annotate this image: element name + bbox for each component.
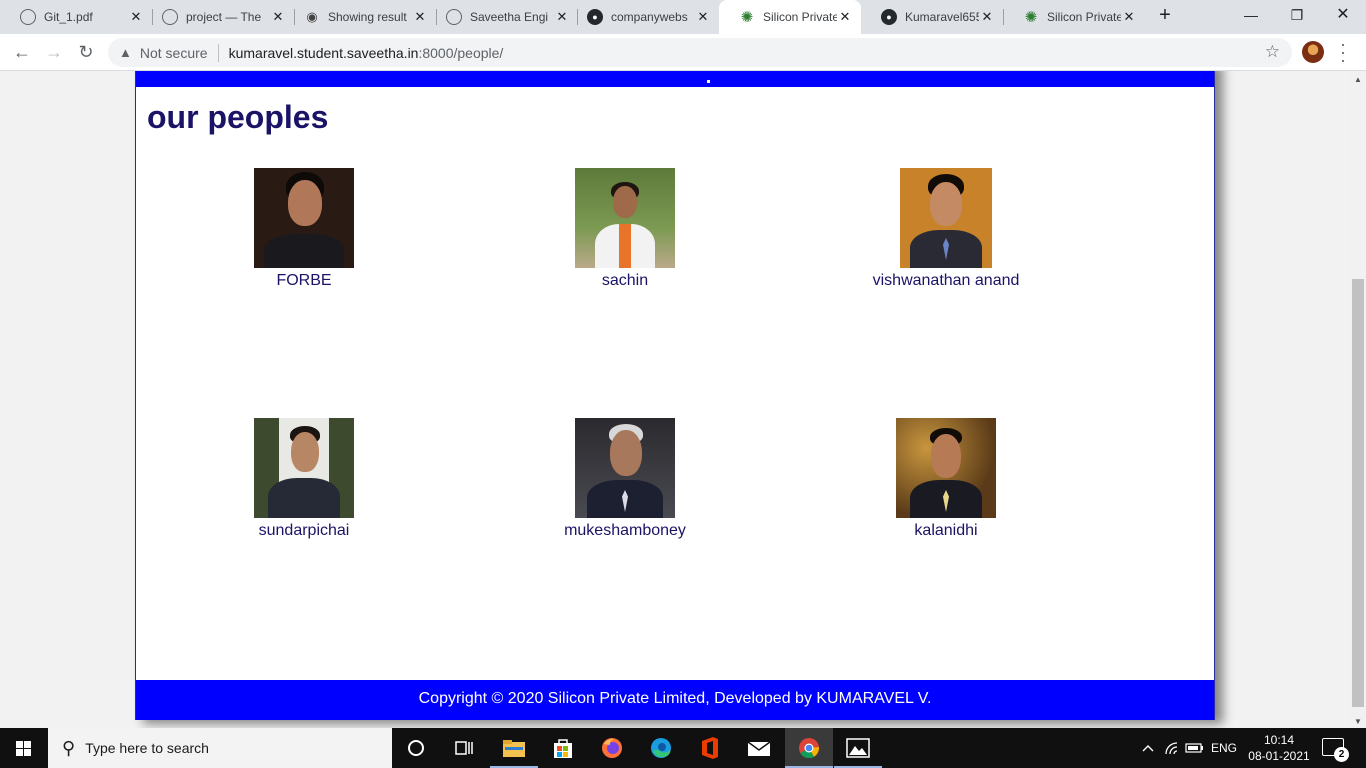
- url-text[interactable]: kumaravel.student.saveetha.in:8000/peopl…: [229, 45, 504, 61]
- action-center-icon[interactable]: 2: [1322, 738, 1349, 762]
- close-tab-icon[interactable]: ✕: [695, 9, 711, 25]
- person-name: sachin: [601, 272, 649, 289]
- cortana-icon[interactable]: [392, 728, 440, 768]
- chrome-icon[interactable]: [785, 728, 833, 768]
- person-name: sundarpichai: [258, 522, 350, 539]
- tab-git-pdf[interactable]: Git_1.pdf ✕: [0, 0, 152, 34]
- clock-date: 08-01-2021: [1248, 749, 1310, 763]
- security-label[interactable]: Not secure: [140, 45, 208, 61]
- tab-title: Silicon Private: [1047, 10, 1121, 24]
- scroll-down-arrow-icon[interactable]: ▼: [1350, 717, 1366, 726]
- person-card: kalanidhi: [836, 418, 1056, 540]
- person-photo[interactable]: [900, 168, 992, 268]
- wifi-icon[interactable]: [1162, 728, 1182, 768]
- scrollbar-thumb[interactable]: [1352, 279, 1364, 707]
- tab-title: project — The: [186, 10, 262, 24]
- close-tab-icon[interactable]: ✕: [979, 9, 995, 25]
- person-card: vishwanathan anand: [836, 168, 1056, 290]
- close-tab-icon[interactable]: ✕: [1121, 9, 1137, 25]
- windows-start-button[interactable]: [0, 728, 48, 768]
- globe-icon: [162, 9, 178, 25]
- microsoft-store-icon[interactable]: [539, 728, 587, 768]
- tab-title: Saveetha Engi: [470, 10, 549, 24]
- tab-saveetha[interactable]: Saveetha Engi ✕: [426, 0, 578, 34]
- menu-kebab-icon[interactable]: · · ·: [1336, 35, 1350, 69]
- minimize-button[interactable]: —: [1228, 0, 1274, 32]
- person-name: kalanidhi: [914, 522, 978, 539]
- search-icon: ⚲: [62, 737, 76, 758]
- site-footer: Copyright © 2020 Silicon Private Limited…: [136, 680, 1214, 720]
- tab-project[interactable]: project — The ✕: [142, 0, 294, 34]
- windows-taskbar: ⚲ Type here to search ENG 10:14 08-01-20…: [0, 728, 1366, 768]
- person-card: mukeshamboney: [515, 418, 735, 540]
- globe-icon: [20, 9, 36, 25]
- url-host: kumaravel.student.saveetha.in: [228, 44, 419, 61]
- tab-title: Kumaravel655: [905, 10, 979, 24]
- github-icon: ●: [587, 9, 603, 25]
- tab-kumaravel-github[interactable]: ● Kumaravel655 ✕: [861, 0, 1003, 34]
- ubuntu-icon: ◉: [306, 9, 318, 24]
- person-photo[interactable]: [254, 418, 354, 518]
- site-container: our peoples FORBE sachin vishwanathan an…: [135, 71, 1215, 720]
- close-tab-icon[interactable]: ✕: [837, 9, 853, 25]
- warning-icon[interactable]: ▲: [119, 45, 132, 60]
- page-title: our peoples: [147, 99, 329, 135]
- new-tab-button[interactable]: +: [1155, 4, 1175, 28]
- person-photo[interactable]: [575, 168, 675, 268]
- restore-button[interactable]: ❐: [1274, 0, 1320, 32]
- tab-title: Silicon Private: [763, 10, 837, 24]
- clock-time: 10:14: [1263, 733, 1295, 747]
- battery-icon[interactable]: [1184, 728, 1206, 768]
- close-window-button[interactable]: ✕: [1320, 0, 1366, 32]
- person-photo[interactable]: [254, 168, 354, 268]
- tab-strip: Git_1.pdf ✕ project — The ✕ ◉ Showing re…: [0, 0, 1366, 34]
- person-photo[interactable]: [575, 418, 675, 518]
- virus-icon: ✺: [1024, 9, 1038, 26]
- person-name: mukeshamboney: [564, 522, 686, 539]
- tab-title: Git_1.pdf: [44, 10, 93, 24]
- globe-icon: [446, 9, 462, 25]
- person-card: sundarpichai: [194, 418, 414, 540]
- edge-icon[interactable]: [637, 728, 685, 768]
- page-viewport: our peoples FORBE sachin vishwanathan an…: [0, 71, 1350, 728]
- site-header-bar: [136, 71, 1214, 87]
- url-path: :8000/people/: [418, 44, 504, 61]
- photos-icon[interactable]: [834, 728, 882, 768]
- virus-icon: ✺: [740, 9, 754, 26]
- back-button[interactable]: ←: [10, 41, 34, 65]
- profile-avatar[interactable]: [1302, 41, 1324, 63]
- forward-button[interactable]: →: [42, 41, 66, 65]
- address-bar[interactable]: ▲ Not secure kumaravel.student.saveetha.…: [108, 38, 1292, 67]
- office-icon[interactable]: [686, 728, 734, 768]
- github-icon: ●: [881, 9, 897, 25]
- person-card: FORBE: [194, 168, 414, 290]
- show-hidden-icons-icon[interactable]: [1138, 728, 1158, 768]
- person-card: sachin: [515, 168, 735, 290]
- language-indicator[interactable]: ENG: [1208, 728, 1240, 768]
- reload-button[interactable]: ↻: [74, 41, 98, 65]
- file-explorer-icon[interactable]: [490, 728, 538, 768]
- person-name: vishwanathan anand: [872, 272, 1020, 289]
- tab-title: companywebs: [611, 10, 688, 24]
- mail-icon[interactable]: [735, 728, 783, 768]
- tab-silicon-private[interactable]: ✺ Silicon Private ✕: [1003, 0, 1145, 34]
- person-photo[interactable]: [896, 418, 996, 518]
- task-view-icon[interactable]: [440, 728, 488, 768]
- search-placeholder: Type here to search: [85, 740, 209, 756]
- tab-silicon-private-active[interactable]: ✺ Silicon Private ✕: [719, 0, 861, 34]
- tab-showing-results[interactable]: ◉ Showing result ✕: [284, 0, 436, 34]
- firefox-icon[interactable]: [588, 728, 636, 768]
- tab-title: Showing result: [328, 10, 407, 24]
- tab-companywebsite[interactable]: ● companywebs ✕: [567, 0, 719, 34]
- bookmark-star-icon[interactable]: ☆: [1265, 42, 1280, 62]
- copyright-text: Copyright © 2020 Silicon Private Limited…: [418, 690, 932, 707]
- taskbar-search-box[interactable]: ⚲ Type here to search: [48, 728, 392, 768]
- taskbar-clock[interactable]: 10:14 08-01-2021: [1248, 732, 1310, 764]
- person-name: FORBE: [276, 272, 332, 289]
- scroll-up-arrow-icon[interactable]: ▲: [1350, 75, 1366, 84]
- notification-badge: 2: [1334, 747, 1349, 762]
- page-scrollbar[interactable]: ▲ ▼: [1350, 71, 1366, 728]
- browser-toolbar: ← → ↻ ▲ Not secure kumaravel.student.sav…: [0, 34, 1366, 71]
